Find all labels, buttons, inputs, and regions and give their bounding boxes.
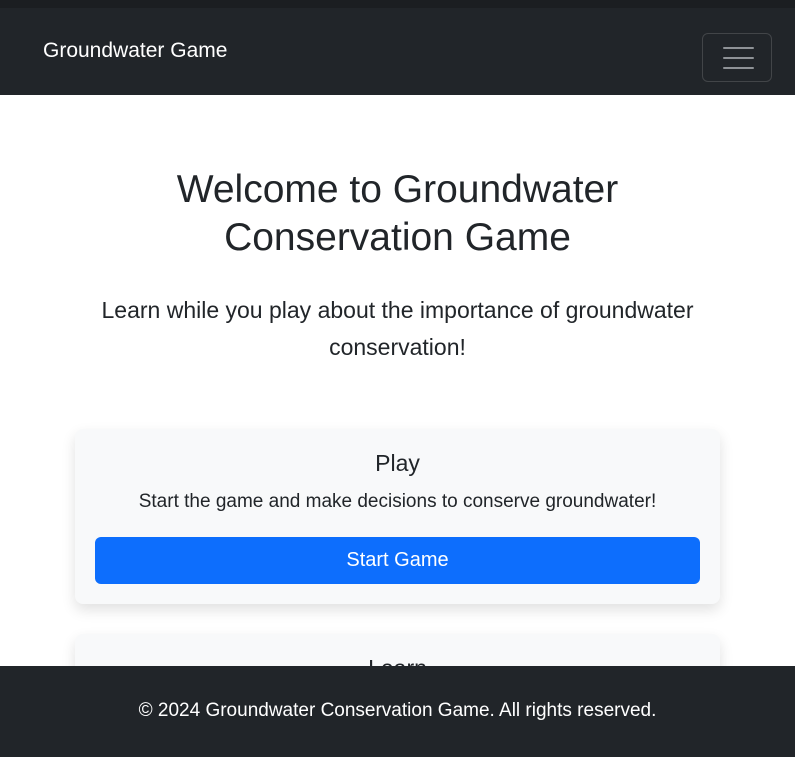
hero-lead-text: Learn while you play about the importanc… (101, 297, 694, 360)
navbar-top-strip (0, 0, 795, 8)
navbar-brand[interactable]: Groundwater Game (43, 38, 227, 64)
page-title: Welcome to Groundwater Conservation Game (176, 168, 619, 259)
play-card-title: Play (375, 450, 420, 476)
hamburger-bar (723, 67, 754, 69)
navbar-toggler-button[interactable] (702, 33, 772, 82)
play-card-text: Start the game and make decisions to con… (138, 491, 657, 512)
footer: © 2024 Groundwater Conservation Game. Al… (0, 666, 795, 757)
navbar: Groundwater Game (0, 0, 795, 95)
play-card: Play Start the game and make decisions t… (75, 429, 720, 604)
footer-copyright-text: © 2024 Groundwater Conservation Game. Al… (138, 700, 657, 721)
hamburger-bar (723, 57, 754, 59)
hamburger-bar (723, 47, 754, 49)
page: Groundwater Game Welcome to Groundwater … (0, 0, 795, 757)
start-game-button[interactable]: Start Game (95, 537, 700, 584)
